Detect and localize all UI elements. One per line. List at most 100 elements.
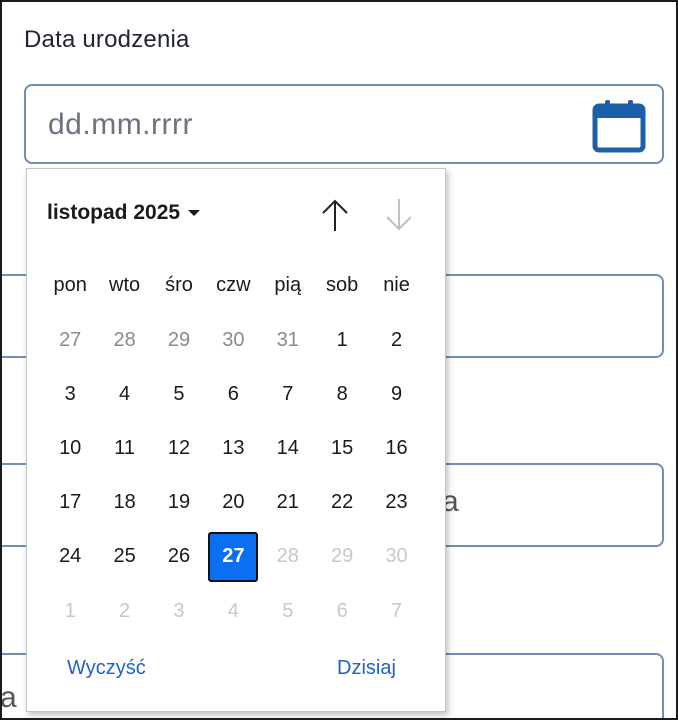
calendar-day-label: 3 (173, 599, 185, 622)
calendar-day[interactable]: 5 (152, 367, 206, 421)
calendar-day-label: 27 (208, 531, 259, 582)
calendar-day[interactable]: 6 (206, 367, 260, 421)
calendar-day-label: 15 (331, 436, 354, 459)
calendar-day[interactable]: 24 (43, 530, 97, 584)
calendar-day-label: 20 (222, 491, 245, 514)
calendar-day[interactable]: 2 (369, 313, 423, 367)
calendar-day[interactable]: 31 (261, 313, 315, 367)
calendar-day-label: 17 (59, 491, 82, 514)
today-button[interactable]: Dzisiaj (337, 657, 396, 680)
calendar-day[interactable]: 8 (315, 367, 369, 421)
calendar-day-label: 22 (331, 491, 354, 514)
calendar-day-label: 28 (276, 545, 299, 568)
calendar-day[interactable]: 10 (43, 421, 97, 475)
calendar-day[interactable]: 28 (97, 313, 151, 367)
calendar-day: 3 (152, 584, 206, 638)
calendar-day-label: 7 (282, 382, 294, 405)
calendar-day-label: 5 (173, 382, 185, 405)
calendar-day-label: 1 (64, 599, 76, 622)
calendar-day[interactable]: 7 (261, 367, 315, 421)
field-text: a (0, 681, 17, 714)
calendar-day[interactable]: 4 (97, 367, 151, 421)
calendar-day-label: 23 (385, 491, 408, 514)
caret-down-icon (188, 210, 201, 216)
calendar-day: 6 (315, 584, 369, 638)
month-year-dropdown[interactable]: listopad 2025 (47, 201, 201, 225)
form-panel: Data urodzenia dd.mm.rrrr a a listopad 2… (0, 0, 678, 720)
calendar-day[interactable]: 20 (206, 476, 260, 530)
calendar-day[interactable]: 12 (152, 421, 206, 475)
calendar-day-label: 2 (390, 328, 403, 351)
calendar-day: 29 (315, 530, 369, 584)
calendar-day: 28 (261, 530, 315, 584)
calendar-day[interactable]: 26 (152, 530, 206, 584)
calendar-day-label: 24 (59, 545, 82, 568)
calendar-day-label: 18 (113, 491, 136, 514)
calendar-grid: pon wto śro czw pią sob nie 27 28 29 30 31 1 2… (43, 257, 429, 638)
calendar-day-label: 25 (113, 545, 136, 568)
birth-date-label: Data urodzenia (24, 26, 190, 53)
weekday-header: sob (326, 273, 359, 296)
calendar-day-label: 4 (119, 382, 131, 405)
calendar-day-label: 9 (390, 382, 403, 405)
month-year-label: listopad 2025 (47, 201, 181, 224)
calendar-day[interactable]: 25 (97, 530, 151, 584)
calendar-day: 30 (369, 530, 423, 584)
calendar-day[interactable]: 30 (206, 313, 260, 367)
calendar-day-label: 16 (385, 436, 408, 459)
calendar-day[interactable]: 15 (315, 421, 369, 475)
calendar-day[interactable]: 11 (97, 421, 151, 475)
weekday-header: pią (274, 273, 302, 296)
calendar-day[interactable]: 14 (261, 421, 315, 475)
calendar-day-label: 28 (113, 328, 136, 351)
date-placeholder: dd.mm.rrrr (48, 108, 193, 141)
calendar-day-label: 10 (59, 436, 82, 459)
calendar-day-label: 29 (331, 545, 354, 568)
calendar-day: 7 (369, 584, 423, 638)
calendar-day[interactable]: 19 (152, 476, 206, 530)
calendar-day-label: 6 (227, 382, 239, 405)
calendar-day[interactable]: 3 (43, 367, 97, 421)
calendar-day[interactable]: 17 (43, 476, 97, 530)
arrow-down-icon (386, 199, 412, 231)
calendar-day-label: 8 (336, 382, 348, 405)
calendar-day-label: 1 (336, 328, 348, 351)
calendar-day[interactable]: 18 (97, 476, 151, 530)
arrow-up-icon (322, 199, 348, 231)
calendar-day-label: 29 (167, 328, 191, 351)
calendar-day-label: 2 (119, 599, 131, 622)
calendar-day-label: 6 (336, 599, 348, 622)
clear-button[interactable]: Wyczyść (67, 657, 146, 680)
calendar-day: 4 (206, 584, 260, 638)
calendar-day-label: 12 (167, 436, 191, 459)
calendar-day[interactable]: 1 (315, 313, 369, 367)
next-month-button[interactable] (381, 193, 417, 237)
calendar-day[interactable]: 13 (206, 421, 260, 475)
calendar-day-label: 30 (385, 545, 408, 568)
datepicker-popup: listopad 2025 pon wto śro czw pią sob ni… (26, 168, 446, 712)
calendar-day-label: 27 (59, 328, 82, 351)
calendar-day: 1 (43, 584, 97, 638)
calendar-day-label: 30 (222, 328, 245, 351)
calendar-day[interactable]: 16 (369, 421, 423, 475)
calendar-day-label: 7 (390, 599, 403, 622)
previous-month-button[interactable] (317, 193, 353, 237)
calendar-day-label: 11 (114, 436, 135, 459)
selected-day[interactable]: 27 (206, 530, 260, 584)
weekday-header: nie (383, 273, 410, 296)
weekday-header: czw (216, 273, 251, 296)
calendar-day[interactable]: 21 (261, 476, 315, 530)
calendar-day-label: 26 (167, 545, 191, 568)
birth-date-input[interactable]: dd.mm.rrrr (24, 84, 664, 164)
weekday-header: wto (109, 273, 141, 296)
calendar-day[interactable]: 29 (152, 313, 206, 367)
weekday-header: pon (53, 273, 87, 296)
calendar-icon[interactable] (590, 98, 648, 154)
weekday-header: śro (165, 273, 193, 296)
calendar-day[interactable]: 22 (315, 476, 369, 530)
calendar-day-label: 21 (276, 491, 299, 514)
calendar-day[interactable]: 27 (43, 313, 97, 367)
calendar-day-label: 31 (276, 328, 299, 351)
calendar-day[interactable]: 9 (369, 367, 423, 421)
calendar-day[interactable]: 23 (369, 476, 423, 530)
